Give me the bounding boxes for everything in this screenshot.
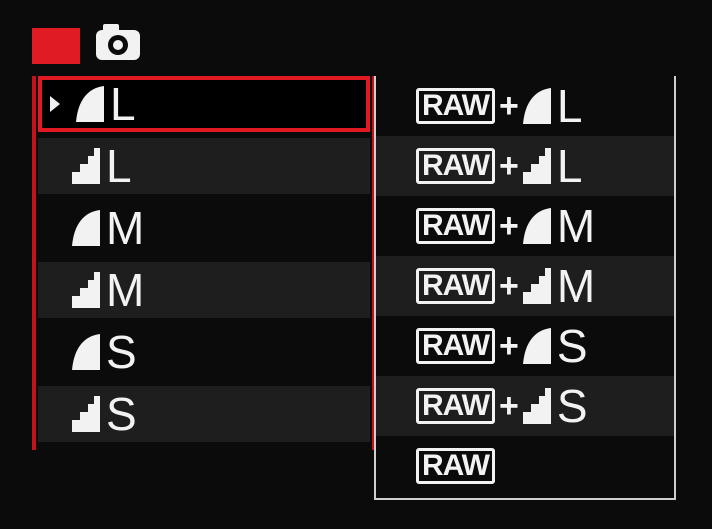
normal-quality-icon <box>521 146 553 186</box>
quality-option-medium-normal[interactable]: M <box>38 262 370 318</box>
camera-icon <box>93 22 143 67</box>
normal-quality-icon <box>521 386 553 426</box>
size-label: L <box>556 80 583 132</box>
plus-sign: + <box>499 386 519 425</box>
tab-shooting[interactable] <box>88 22 148 67</box>
raw-badge: RAW <box>416 388 495 424</box>
quality-option-small-fine[interactable]: S <box>38 324 370 380</box>
quality-option-small-normal[interactable]: S <box>38 386 370 442</box>
fine-quality-icon <box>70 208 102 248</box>
quality-option-raw-small-fine[interactable]: RAW + S <box>376 316 674 376</box>
raw-badge: RAW <box>416 268 495 304</box>
jpeg-quality-column: L L M M S S <box>32 76 376 450</box>
size-label: S <box>556 380 588 432</box>
raw-badge: RAW <box>416 88 495 124</box>
normal-quality-icon <box>70 146 102 186</box>
fine-quality-icon <box>521 326 553 366</box>
raw-quality-column: RAW + L RAW + L RAW + M RAW + M RAW + S <box>374 76 676 500</box>
raw-badge: RAW <box>416 148 495 184</box>
size-label: M <box>556 200 595 252</box>
image-quality-menu: L L M M S S RAW + L RAW + L RAW + M RAW … <box>32 72 676 500</box>
fine-quality-icon <box>74 84 106 124</box>
menu-tab-bar <box>32 22 148 67</box>
size-label: L <box>556 140 583 192</box>
fine-quality-icon <box>70 332 102 372</box>
plus-sign: + <box>499 326 519 365</box>
size-label: S <box>106 326 137 378</box>
raw-badge: RAW <box>416 448 495 484</box>
raw-badge: RAW <box>416 208 495 244</box>
plus-sign: + <box>499 146 519 185</box>
normal-quality-icon <box>70 394 102 434</box>
normal-quality-icon <box>70 270 102 310</box>
plus-sign: + <box>499 206 519 245</box>
quality-option-raw-medium-normal[interactable]: RAW + M <box>376 256 674 316</box>
quality-option-raw-medium-fine[interactable]: RAW + M <box>376 196 674 256</box>
raw-badge: RAW <box>416 328 495 364</box>
quality-option-raw-large-normal[interactable]: RAW + L <box>376 136 674 196</box>
fine-quality-icon <box>521 206 553 246</box>
quality-option-raw-large-fine[interactable]: RAW + L <box>376 76 674 136</box>
size-label: S <box>106 388 137 440</box>
size-label: M <box>556 260 595 312</box>
plus-sign: + <box>499 86 519 125</box>
fine-quality-icon <box>521 86 553 126</box>
quality-option-raw-only[interactable]: RAW <box>376 436 674 496</box>
column-border-left <box>32 76 36 450</box>
size-label: L <box>106 140 132 192</box>
size-label: M <box>106 264 144 316</box>
selection-cursor-icon <box>50 96 60 112</box>
plus-sign: + <box>499 266 519 305</box>
quality-option-large-fine[interactable]: L <box>38 76 370 132</box>
normal-quality-icon <box>521 266 553 306</box>
size-label: S <box>556 320 588 372</box>
size-label: L <box>110 78 136 130</box>
tab-active-red[interactable] <box>32 28 80 64</box>
size-label: M <box>106 202 144 254</box>
quality-option-medium-fine[interactable]: M <box>38 200 370 256</box>
quality-option-raw-small-normal[interactable]: RAW + S <box>376 376 674 436</box>
quality-option-large-normal[interactable]: L <box>38 138 370 194</box>
